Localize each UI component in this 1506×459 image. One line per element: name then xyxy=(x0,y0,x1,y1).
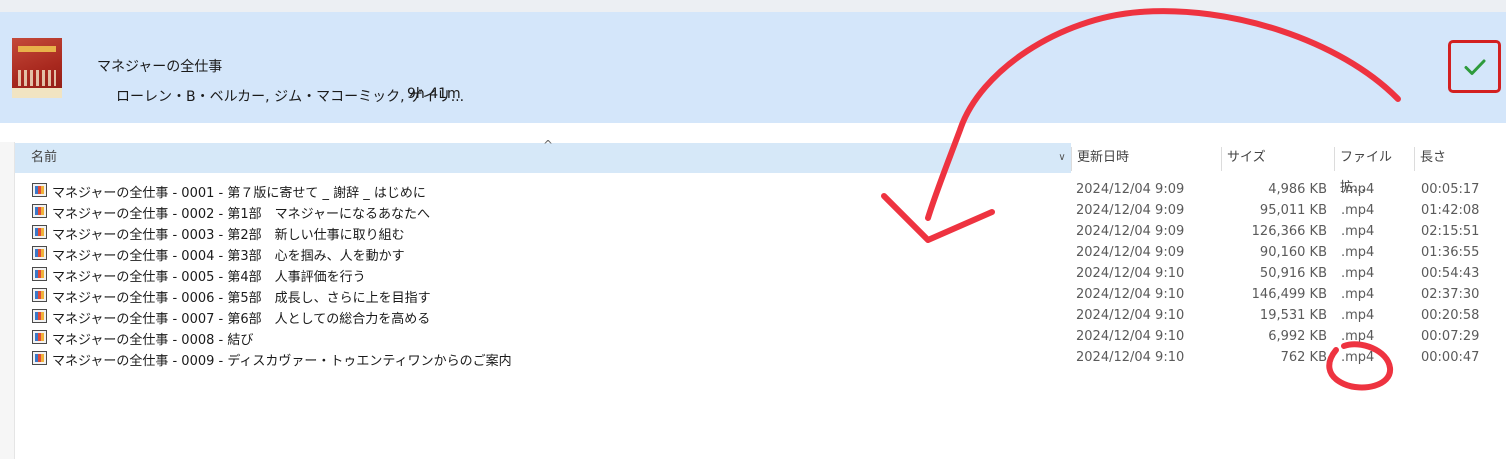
file-length: 00:05:17 xyxy=(1421,182,1480,197)
file-extension: .mp4 xyxy=(1341,308,1375,323)
book-duration: 9h 41m xyxy=(407,86,461,102)
file-extension: .mp4 xyxy=(1341,329,1375,344)
column-header-row: 名前 ^ ∨ 更新日時 サイズ ファイル拡... 長さ xyxy=(15,138,1506,195)
file-size: 50,916 KB xyxy=(1259,266,1327,281)
file-size: 4,986 KB xyxy=(1268,182,1327,197)
audiobook-banner[interactable] xyxy=(0,12,1506,123)
file-name: マネジャーの全仕事 - 0007 - 第6部 人としての総合力を高める xyxy=(52,312,431,327)
column-header-size[interactable]: サイズ xyxy=(1221,143,1334,173)
video-file-icon xyxy=(32,309,47,323)
file-name: マネジャーの全仕事 - 0001 - 第７版に寄せて _ 謝辞 _ はじめに xyxy=(52,186,426,201)
file-extension: .mp4 xyxy=(1341,350,1375,365)
file-name: マネジャーの全仕事 - 0003 - 第2部 新しい仕事に取り組む xyxy=(52,228,405,243)
file-row[interactable]: マネジャーの全仕事 - 0005 - 第4部 人事評価を行う 2024/12/04… xyxy=(32,264,1502,285)
file-extension: .mp4 xyxy=(1341,182,1375,197)
file-name: マネジャーの全仕事 - 0002 - 第1部 マネジャーになるあなたへ xyxy=(52,207,430,222)
file-row[interactable]: マネジャーの全仕事 - 0009 - ディスカヴァー・トゥエンティワンからのご案… xyxy=(32,348,1502,369)
file-row[interactable]: マネジャーの全仕事 - 0002 - 第1部 マネジャーになるあなたへ 2024/… xyxy=(32,201,1502,222)
file-length: 00:54:43 xyxy=(1421,266,1480,281)
file-extension: .mp4 xyxy=(1341,266,1375,281)
file-length: 02:15:51 xyxy=(1421,224,1480,239)
video-file-icon xyxy=(32,183,47,197)
file-modified-date: 2024/12/04 9:09 xyxy=(1076,203,1185,218)
video-file-icon xyxy=(32,267,47,281)
file-row[interactable]: マネジャーの全仕事 - 0007 - 第6部 人としての総合力を高める 2024/… xyxy=(32,306,1502,327)
file-name: マネジャーの全仕事 - 0006 - 第5部 成長し、さらに上を目指す xyxy=(52,291,431,306)
video-file-icon xyxy=(32,330,47,344)
book-title: マネジャーの全仕事 xyxy=(97,59,223,75)
sort-ascending-icon: ^ xyxy=(543,138,554,152)
file-size: 126,366 KB xyxy=(1251,224,1327,239)
file-extension: .mp4 xyxy=(1341,224,1375,239)
file-name: マネジャーの全仕事 - 0009 - ディスカヴァー・トゥエンティワンからのご案… xyxy=(52,354,512,369)
video-file-icon xyxy=(32,225,47,239)
file-modified-date: 2024/12/04 9:10 xyxy=(1076,308,1185,323)
file-length: 00:07:29 xyxy=(1421,329,1480,344)
file-size: 762 KB xyxy=(1280,350,1327,365)
file-modified-date: 2024/12/04 9:09 xyxy=(1076,182,1185,197)
file-extension: .mp4 xyxy=(1341,245,1375,260)
file-size: 19,531 KB xyxy=(1259,308,1327,323)
book-cover-thumbnail xyxy=(12,38,62,98)
file-modified-date: 2024/12/04 9:09 xyxy=(1076,245,1185,260)
file-length: 01:36:55 xyxy=(1421,245,1480,260)
checkmark-icon xyxy=(1464,59,1485,75)
navigation-pane-edge xyxy=(0,142,15,459)
file-row[interactable]: マネジャーの全仕事 - 0004 - 第3部 心を掴み、人を動かす 2024/12… xyxy=(32,243,1502,264)
window-top-strip xyxy=(0,0,1506,12)
confirm-check-button[interactable] xyxy=(1448,40,1501,93)
file-row[interactable]: マネジャーの全仕事 - 0008 - 結び 2024/12/04 9:10 6,99… xyxy=(32,327,1502,348)
file-row[interactable]: マネジャーの全仕事 - 0006 - 第5部 成長し、さらに上を目指す 2024/… xyxy=(32,285,1502,306)
file-row[interactable]: マネジャーの全仕事 - 0001 - 第７版に寄せて _ 謝辞 _ はじめに 20… xyxy=(32,180,1502,201)
file-modified-date: 2024/12/04 9:10 xyxy=(1076,266,1185,281)
file-name: マネジャーの全仕事 - 0004 - 第3部 心を掴み、人を動かす xyxy=(52,249,405,264)
column-header-extension[interactable]: ファイル拡... xyxy=(1334,143,1414,195)
file-modified-date: 2024/12/04 9:10 xyxy=(1076,287,1185,302)
column-header-date[interactable]: 更新日時 xyxy=(1071,143,1221,173)
file-row[interactable]: マネジャーの全仕事 - 0003 - 第2部 新しい仕事に取り組む 2024/12… xyxy=(32,222,1502,243)
video-file-icon xyxy=(32,204,47,218)
file-modified-date: 2024/12/04 9:09 xyxy=(1076,224,1185,239)
video-file-icon xyxy=(32,288,47,302)
video-file-icon xyxy=(32,351,47,365)
file-modified-date: 2024/12/04 9:10 xyxy=(1076,350,1185,365)
file-name: マネジャーの全仕事 - 0008 - 結び xyxy=(52,333,254,348)
file-length: 00:20:58 xyxy=(1421,308,1480,323)
file-length: 00:00:47 xyxy=(1421,350,1480,365)
file-length: 01:42:08 xyxy=(1421,203,1480,218)
file-extension: .mp4 xyxy=(1341,287,1375,302)
file-size: 6,992 KB xyxy=(1268,329,1327,344)
file-size: 146,499 KB xyxy=(1251,287,1327,302)
column-filter-dropdown-icon[interactable]: ∨ xyxy=(1053,143,1071,173)
file-name: マネジャーの全仕事 - 0005 - 第4部 人事評価を行う xyxy=(52,270,366,285)
file-size: 95,011 KB xyxy=(1259,203,1327,218)
column-header-length[interactable]: 長さ xyxy=(1414,143,1504,173)
file-length: 02:37:30 xyxy=(1421,287,1480,302)
file-extension: .mp4 xyxy=(1341,203,1375,218)
file-size: 90,160 KB xyxy=(1259,245,1327,260)
file-modified-date: 2024/12/04 9:10 xyxy=(1076,329,1185,344)
video-file-icon xyxy=(32,246,47,260)
